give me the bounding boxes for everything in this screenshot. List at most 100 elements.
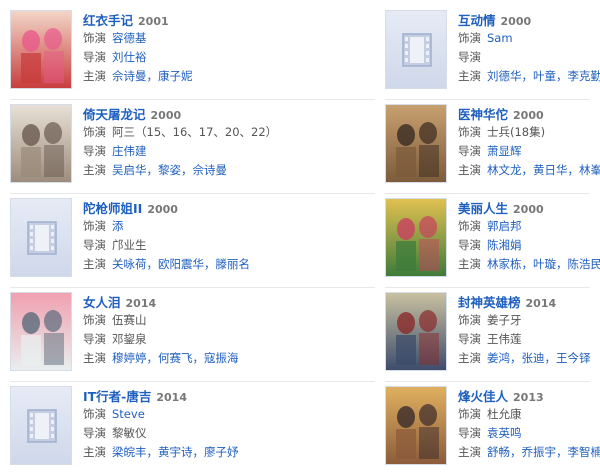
show-title[interactable]: 互动情 — [458, 13, 496, 28]
cast-member-link[interactable]: 刘德华 — [487, 69, 522, 83]
cast-member-link[interactable]: 姜鸿 — [487, 351, 510, 365]
cast-member-link[interactable]: 黄日华 — [533, 163, 568, 177]
director-value[interactable]: 陈湘娟 — [487, 238, 522, 252]
row-divider — [385, 381, 590, 382]
cast-member-link[interactable]: 李智楠 — [568, 445, 600, 459]
cast-member-link[interactable]: 穆婷婷 — [112, 351, 147, 365]
cast-member-link[interactable]: 廖子妤 — [204, 445, 239, 459]
show-year: 2000 — [513, 109, 544, 122]
show-card: 烽火佳人 2013 饰演 杜允康 导演 袁英鸣 主演 舒畅，乔振宇，李智楠 — [385, 386, 600, 470]
director-label: 导演 — [83, 332, 106, 346]
role-label: 饰演 — [83, 31, 106, 45]
show-title[interactable]: IT行者-唐吉 — [83, 389, 151, 404]
show-info: 陀枪师姐II 2000 饰演添导演 邝业生 主演 关咏荷，欧阳震华，滕丽名 — [83, 198, 250, 274]
cast-row: 主演 吴启华，黎姿，佘诗曼 — [83, 161, 277, 180]
cast-row: 主演 姜鸿，张迪，王今铎 — [458, 349, 591, 368]
cast-label: 主演 — [83, 445, 106, 459]
cast-label: 主演 — [458, 163, 481, 177]
cast-row: 主演 林文龙，黄日华，林峯 — [458, 161, 600, 180]
row-divider — [385, 287, 590, 288]
cast-member-link[interactable]: 李克勤 — [568, 69, 600, 83]
cast-separator: ， — [521, 69, 534, 83]
show-poster[interactable] — [10, 198, 72, 277]
director-value[interactable]: 王伟莲 — [487, 332, 522, 346]
director-value[interactable]: 邓鋆泉 — [112, 332, 147, 346]
director-label: 导演 — [83, 144, 106, 158]
title-line: 倚天屠龙记 2000 — [83, 104, 277, 123]
show-card: 美丽人生 2000 饰演 郭启邦 导演 陈湘娟 主演 林家栋，叶璇，陈浩民 — [385, 198, 600, 282]
cast-member-link[interactable]: 乔振宇 — [522, 445, 557, 459]
show-info: 女人泪 2014 饰演 伍赛山 导演 邓鋆泉 主演 穆婷婷，何赛飞，寇振海 — [83, 292, 239, 368]
cast-separator: ， — [556, 445, 568, 459]
show-title[interactable]: 倚天屠龙记 — [83, 107, 146, 122]
show-year: 2000 — [500, 15, 532, 28]
cast-member-link[interactable]: 佘诗曼 — [193, 163, 228, 177]
cast-member-link[interactable]: 王今铎 — [556, 351, 591, 365]
director-value[interactable]: 袁英鸣 — [487, 426, 522, 440]
show-poster[interactable] — [385, 198, 447, 277]
show-poster[interactable] — [385, 10, 447, 89]
title-line: IT行者-唐吉 2014 — [83, 386, 239, 405]
cast-member-link[interactable]: 林文龙 — [487, 163, 522, 177]
show-year: 2000 — [513, 203, 544, 216]
show-poster[interactable] — [10, 104, 72, 183]
director-label: 导演 — [83, 426, 106, 440]
cast-label: 主演 — [83, 351, 106, 365]
cast-member-link[interactable]: 张迪 — [522, 351, 545, 365]
cast-member-link[interactable]: 黎姿 — [158, 163, 181, 177]
director-value[interactable]: 庄伟建 — [112, 144, 147, 158]
role-value: 阿三（15、16、17、20、22） — [112, 125, 278, 139]
show-poster[interactable] — [10, 386, 72, 465]
show-poster[interactable] — [10, 10, 72, 89]
cast-member-link[interactable]: 欧阳震华 — [158, 257, 204, 271]
cast-member-link[interactable]: 寇振海 — [204, 351, 239, 365]
cast-member-link[interactable]: 滕丽名 — [216, 257, 251, 271]
cast-separator: ， — [146, 69, 159, 83]
cast-member-link[interactable]: 关咏荷 — [112, 257, 147, 271]
cast-member-link[interactable]: 林家栋 — [487, 257, 522, 271]
show-title[interactable]: 美丽人生 — [458, 201, 508, 216]
cast-member-link[interactable]: 叶童 — [533, 69, 556, 83]
director-row: 导演 黎敏仪 — [83, 424, 239, 443]
show-title[interactable]: 女人泪 — [83, 295, 121, 310]
cast-member-link[interactable]: 何赛飞 — [158, 351, 193, 365]
role-value: Sam — [487, 31, 513, 45]
cast-member-link[interactable]: 林峯 — [579, 163, 600, 177]
show-poster[interactable] — [385, 292, 447, 371]
cast-member-link[interactable]: 康子妮 — [158, 69, 193, 83]
role-label: 饰演 — [458, 313, 481, 327]
show-year: 2014 — [156, 391, 187, 404]
director-value[interactable]: 刘仕裕 — [112, 50, 147, 64]
cast-member-link[interactable]: 吴启华 — [112, 163, 147, 177]
film-placeholder-icon — [402, 33, 432, 67]
cast-separator: ， — [556, 69, 568, 83]
show-poster[interactable] — [385, 104, 447, 183]
show-poster[interactable] — [385, 386, 447, 465]
role-value: Steve — [112, 407, 145, 421]
director-row: 导演 萧显辉 — [458, 142, 600, 161]
role-row: 饰演 姜子牙 — [458, 311, 591, 330]
role-value: 士兵(18集) — [487, 125, 546, 139]
director-value[interactable]: 萧显辉 — [487, 144, 522, 158]
show-poster-image — [11, 11, 71, 88]
show-title[interactable]: 红衣手记 — [83, 13, 133, 28]
show-title[interactable]: 烽火佳人 — [458, 389, 508, 404]
show-poster[interactable] — [10, 292, 72, 371]
cast-row: 主演 佘诗曼，康子妮 — [83, 67, 193, 86]
cast-member-link[interactable]: 叶璇 — [533, 257, 556, 271]
cast-member-link[interactable]: 黄宇诗 — [158, 445, 193, 459]
show-title[interactable]: 陀枪师姐II — [83, 201, 142, 216]
cast-row: 主演 关咏荷，欧阳震华，滕丽名 — [83, 255, 250, 274]
cast-member-link[interactable]: 陈浩民 — [568, 257, 600, 271]
show-title[interactable]: 医神华佗 — [458, 107, 508, 122]
director-value[interactable]: 邝业生 — [112, 238, 147, 252]
cast-member-link[interactable]: 佘诗曼 — [112, 69, 147, 83]
cast-member-link[interactable]: 舒畅 — [487, 445, 510, 459]
show-card: 封神英雄榜 2014 饰演 姜子牙 导演 王伟莲 主演 姜鸿，张迪，王今铎 — [385, 292, 600, 376]
show-title[interactable]: 封神英雄榜 — [458, 295, 521, 310]
show-info: 互动情 2000 饰演 Sam 导演 主演 刘德华，叶童，李克勤 — [458, 10, 600, 86]
cast-member-link[interactable]: 梁皖丰 — [112, 445, 147, 459]
director-value[interactable]: 黎敏仪 — [112, 426, 147, 440]
row-divider — [10, 381, 375, 382]
show-card: 互动情 2000 饰演 Sam 导演 主演 刘德华，叶童，李克勤 — [385, 10, 600, 94]
